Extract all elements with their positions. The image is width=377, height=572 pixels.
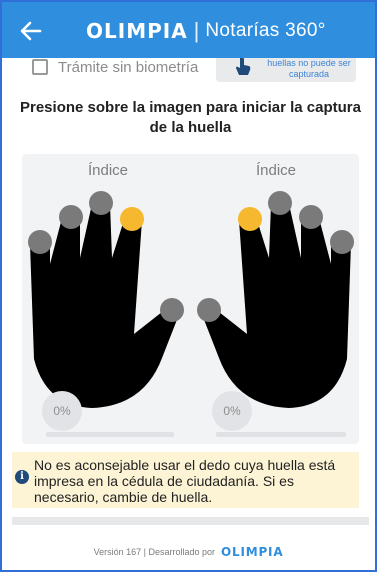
left-index-finger[interactable]: [120, 207, 144, 231]
fingerprint-unavailable-button[interactable]: huellas no puede ser capturada: [216, 58, 356, 82]
app-header: OLIMPIA | Notarías 360°: [2, 2, 375, 58]
warning-text: No es aconsejable usar el dedo cuya huel…: [34, 457, 336, 505]
no-biometric-option[interactable]: Trámite sin biometría: [32, 58, 198, 82]
footer: Versión 167 | Desarrollado por OLIMPIA: [2, 542, 375, 562]
left-pinky-finger[interactable]: [28, 230, 52, 254]
left-hand-progress: 0%: [42, 391, 82, 431]
right-hand[interactable]: [197, 191, 354, 408]
no-biometric-checkbox[interactable]: [32, 59, 48, 75]
left-middle-finger[interactable]: [89, 191, 113, 215]
right-hand-palm[interactable]: [201, 204, 351, 408]
footer-version: Versión 167 | Desarrollado por: [93, 547, 215, 557]
hands-panel: Índice Índice 0% 0%: [22, 154, 359, 444]
right-thumb-finger[interactable]: [197, 298, 221, 322]
left-thumb-finger[interactable]: [160, 298, 184, 322]
left-ring-finger[interactable]: [59, 205, 83, 229]
brand: OLIMPIA | Notarías 360°: [86, 16, 326, 46]
brand-logo: OLIMPIA: [86, 19, 188, 43]
footer-logo: OLIMPIA: [221, 545, 284, 559]
right-hand-progress-bar: [216, 432, 346, 437]
options-strip: Trámite sin biometría huellas no puede s…: [2, 58, 375, 84]
left-hand-palm[interactable]: [30, 204, 180, 408]
back-button[interactable]: [16, 16, 46, 46]
left-hand-progress-bar: [46, 432, 174, 437]
info-icon: i: [15, 470, 29, 484]
app-frame: OLIMPIA | Notarías 360° Trámite sin biom…: [0, 0, 377, 572]
bottom-action-bar[interactable]: [12, 517, 369, 525]
finger-touch-icon: [236, 58, 251, 75]
right-middle-finger[interactable]: [268, 191, 292, 215]
arrow-left-icon: [20, 21, 42, 41]
right-ring-finger[interactable]: [299, 205, 323, 229]
right-index-finger[interactable]: [238, 207, 262, 231]
no-biometric-label: Trámite sin biometría: [58, 58, 199, 76]
fingerprint-unavailable-label: huellas no puede ser capturada: [267, 58, 351, 79]
right-pinky-finger[interactable]: [330, 230, 354, 254]
right-hand-progress: 0%: [212, 391, 252, 431]
brand-subtitle: Notarías 360°: [205, 20, 326, 41]
left-hand[interactable]: [28, 191, 184, 408]
brand-separator: |: [193, 18, 200, 43]
warning-box: i No es aconsejable usar el dedo cuya hu…: [12, 452, 359, 508]
capture-instruction: Presione sobre la imagen para iniciar la…: [20, 99, 361, 136]
